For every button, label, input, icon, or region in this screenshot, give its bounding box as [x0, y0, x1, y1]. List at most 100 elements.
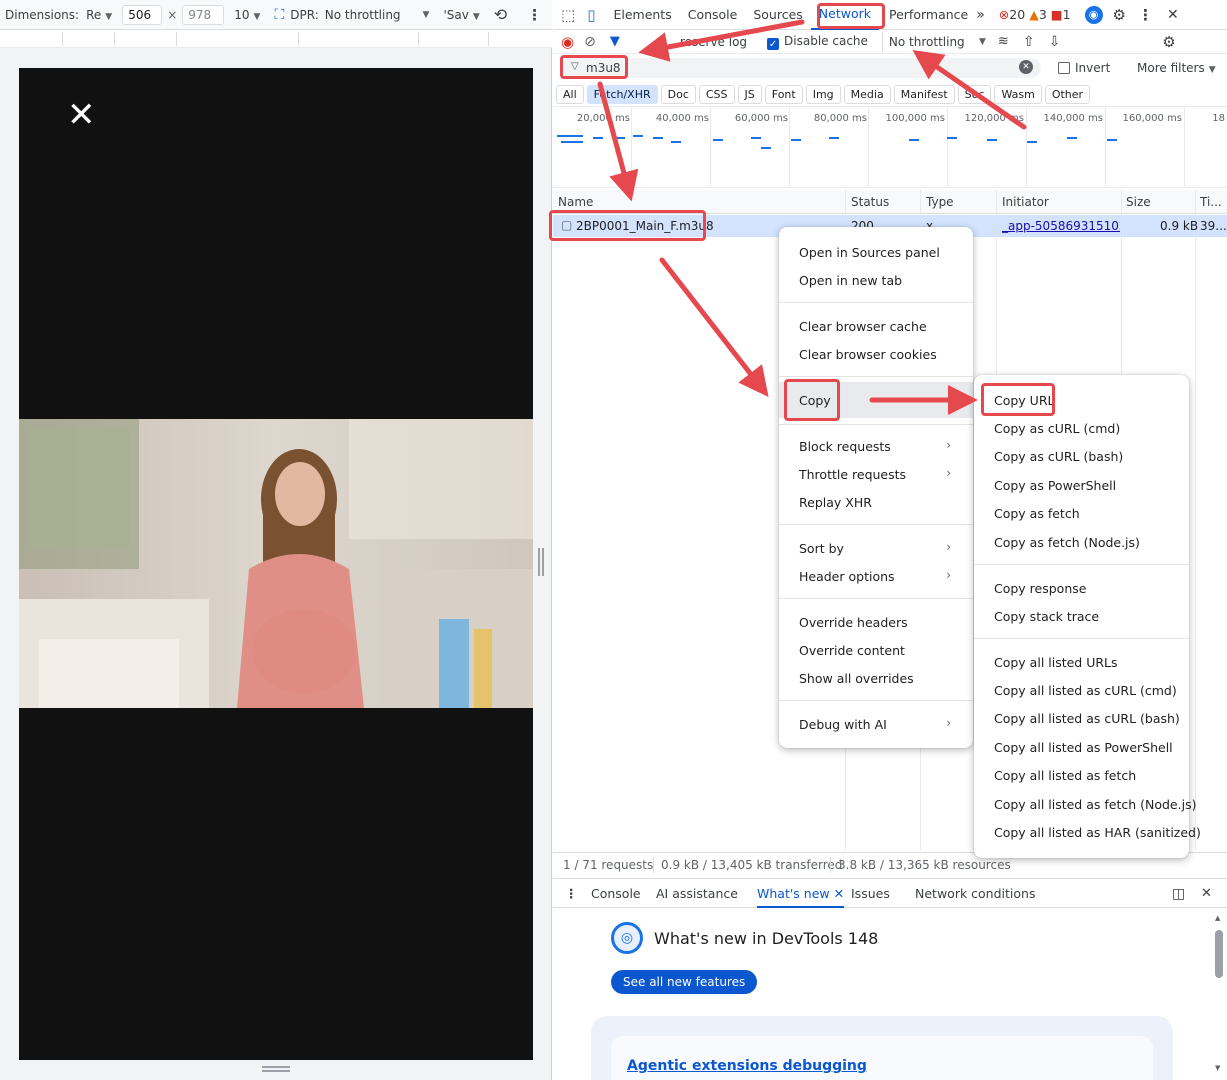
column-name[interactable]: Name	[558, 195, 593, 209]
menu-item-copy-all-curl-cmd[interactable]: Copy all listed as cURL (cmd)	[994, 683, 1177, 698]
tab-elements[interactable]: Elements	[605, 0, 679, 30]
device-toggle-icon[interactable]: ▯	[587, 6, 595, 24]
filter-input[interactable]: ▽ m3u8 ✕	[561, 58, 1041, 78]
throttle-select[interactable]: No throttling	[325, 8, 401, 22]
drawer-tab-network-conditions[interactable]: Network conditions	[915, 886, 1035, 901]
warning-count[interactable]: 3	[1039, 7, 1047, 22]
menu-item-show-all-overrides[interactable]: Show all overrides	[799, 671, 914, 686]
menu-item-block-requests[interactable]: Block requests	[799, 439, 891, 454]
tab-sources[interactable]: Sources	[745, 0, 810, 30]
tab-performance[interactable]: Performance	[881, 0, 976, 30]
type-filter-socket[interactable]: Soc	[957, 84, 992, 104]
request-initiator[interactable]: _app-505869315102ff5	[1002, 219, 1120, 233]
gear-icon[interactable]: ⚙	[1113, 6, 1126, 24]
bottom-resize-handle[interactable]	[262, 1066, 290, 1072]
column-size[interactable]: Size	[1126, 195, 1151, 209]
type-filter-fetch-xhr[interactable]: Fetch/XHR	[586, 84, 658, 104]
height-input[interactable]: 978	[182, 4, 225, 25]
menu-item-debug-with-ai[interactable]: Debug with AI	[799, 717, 887, 732]
menu-item-copy-curl-cmd[interactable]: Copy as cURL (cmd)	[994, 421, 1120, 436]
close-drawer-icon[interactable]: ✕	[1201, 886, 1212, 901]
menu-item-header-options[interactable]: Header options	[799, 569, 895, 584]
menu-item-open-in-sources[interactable]: Open in Sources panel	[799, 245, 940, 260]
drawer-tab-issues[interactable]: Issues	[851, 886, 890, 901]
type-filter-wasm[interactable]: Wasm	[994, 84, 1042, 104]
invert-checkbox[interactable]: Invert	[1058, 61, 1110, 75]
export-har-icon[interactable]: ⇩	[1049, 34, 1061, 50]
drawer-tab-whats-new[interactable]: What's new ✕	[757, 886, 845, 908]
clear-icon[interactable]: ⊘	[584, 34, 596, 50]
menu-item-copy-stack-trace[interactable]: Copy stack trace	[994, 609, 1099, 624]
menu-item-copy-all-urls[interactable]: Copy all listed URLs	[994, 655, 1118, 670]
disable-cache-checkbox[interactable]: ✓ Disable cache	[767, 34, 868, 50]
column-type[interactable]: Type	[926, 195, 954, 209]
menu-item-copy-all-curl-bash[interactable]: Copy all listed as cURL (bash)	[994, 711, 1180, 726]
more-options-icon[interactable]: ⋮	[1138, 6, 1153, 24]
menu-item-copy-all-har[interactable]: Copy all listed as HAR (sanitized)	[994, 825, 1201, 840]
more-tabs-icon[interactable]: »	[976, 7, 985, 23]
menu-item-clear-cache[interactable]: Clear browser cache	[799, 319, 927, 334]
see-all-features-button[interactable]: See all new features	[611, 970, 758, 994]
type-filter-font[interactable]: Font	[764, 84, 803, 104]
menu-item-replay-xhr[interactable]: Replay XHR	[799, 495, 872, 510]
rotate-icon[interactable]: ⟲	[494, 5, 507, 24]
column-time[interactable]: Ti...	[1200, 195, 1222, 209]
more-options-icon[interactable]: ⋮	[527, 6, 542, 24]
import-har-icon[interactable]: ⇧	[1023, 34, 1035, 50]
network-throttle-select[interactable]: No throttling ▼	[881, 31, 986, 52]
zoom-select[interactable]: 10 ▼	[234, 8, 260, 22]
menu-item-copy-curl-bash[interactable]: Copy as cURL (bash)	[994, 449, 1123, 464]
column-status[interactable]: Status	[851, 195, 889, 209]
menu-item-override-headers[interactable]: Override headers	[799, 615, 908, 630]
menu-item-copy-powershell[interactable]: Copy as PowerShell	[994, 478, 1116, 493]
type-filter-js[interactable]: JS	[737, 84, 762, 104]
drawer-tab-ai-assistance[interactable]: AI assistance	[656, 886, 738, 901]
menu-item-open-in-new-tab[interactable]: Open in new tab	[799, 273, 902, 288]
menu-item-copy-all-fetch-node[interactable]: Copy all listed as fetch (Node.js)	[994, 797, 1196, 812]
close-devtools-icon[interactable]: ✕	[1167, 7, 1179, 23]
type-filter-all[interactable]: All	[556, 84, 584, 104]
menu-item-clear-cookies[interactable]: Clear browser cookies	[799, 347, 937, 362]
record-icon[interactable]: ◉	[561, 33, 574, 51]
type-filter-manifest[interactable]: Manifest	[893, 84, 955, 104]
network-conditions-icon[interactable]: ≋	[998, 34, 1009, 49]
more-filters-button[interactable]: More filters ▼	[1137, 61, 1216, 75]
menu-item-copy-fetch[interactable]: Copy as fetch	[994, 506, 1080, 521]
type-filter-img[interactable]: Img	[805, 84, 841, 104]
filter-icon[interactable]: ▼	[610, 34, 620, 49]
drawer-menu-icon[interactable]: ⋮	[565, 886, 578, 901]
width-input[interactable]: 506	[122, 4, 163, 25]
menu-item-copy-fetch-node[interactable]: Copy as fetch (Node.js)	[994, 535, 1140, 550]
menu-item-override-content[interactable]: Override content	[799, 643, 905, 658]
resize-handle[interactable]	[538, 548, 544, 576]
timeline-overview[interactable]: 20,000 ms 40,000 ms 60,000 ms 80,000 ms …	[553, 106, 1227, 188]
save-data-select[interactable]: 'Sav ▼	[443, 8, 479, 22]
menu-item-copy-all-powershell[interactable]: Copy all listed as PowerShell	[994, 740, 1173, 755]
type-filter-media[interactable]: Media	[843, 84, 891, 104]
menu-item-copy-all-fetch[interactable]: Copy all listed as fetch	[994, 768, 1136, 783]
menu-item-throttle-requests[interactable]: Throttle requests	[799, 467, 906, 482]
clear-filter-icon[interactable]: ✕	[1019, 60, 1033, 74]
video-frame[interactable]	[19, 419, 533, 708]
chevron-down-icon[interactable]: ▼	[423, 10, 430, 20]
dock-side-icon[interactable]: ◫	[1172, 886, 1185, 902]
column-initiator[interactable]: Initiator	[1002, 195, 1049, 209]
type-filter-css[interactable]: CSS	[698, 84, 735, 104]
issue-count[interactable]: 1	[1063, 7, 1071, 22]
inspect-element-icon[interactable]: ⬚	[561, 6, 575, 24]
scrollbar[interactable]: ▲ ▼	[1215, 914, 1223, 1074]
type-filter-doc[interactable]: Doc	[660, 84, 696, 104]
close-tab-icon[interactable]: ✕	[834, 886, 844, 901]
type-filter-other[interactable]: Other	[1044, 84, 1091, 104]
menu-item-sort-by[interactable]: Sort by	[799, 541, 844, 556]
menu-item-copy-response[interactable]: Copy response	[994, 581, 1086, 596]
close-icon[interactable]: ✕	[67, 98, 96, 132]
device-preset-select[interactable]: Re ▼	[86, 8, 112, 22]
tab-console[interactable]: Console	[680, 0, 746, 30]
error-count[interactable]: 20	[1009, 7, 1025, 22]
ai-assistant-icon[interactable]: ◉	[1084, 5, 1103, 24]
preserve-log-checkbox[interactable]: reserve log	[680, 35, 747, 49]
feature-link[interactable]: Agentic extensions debugging	[627, 1058, 867, 1074]
drawer-tab-console[interactable]: Console	[591, 886, 641, 901]
network-settings-icon[interactable]: ⚙	[1162, 33, 1175, 51]
